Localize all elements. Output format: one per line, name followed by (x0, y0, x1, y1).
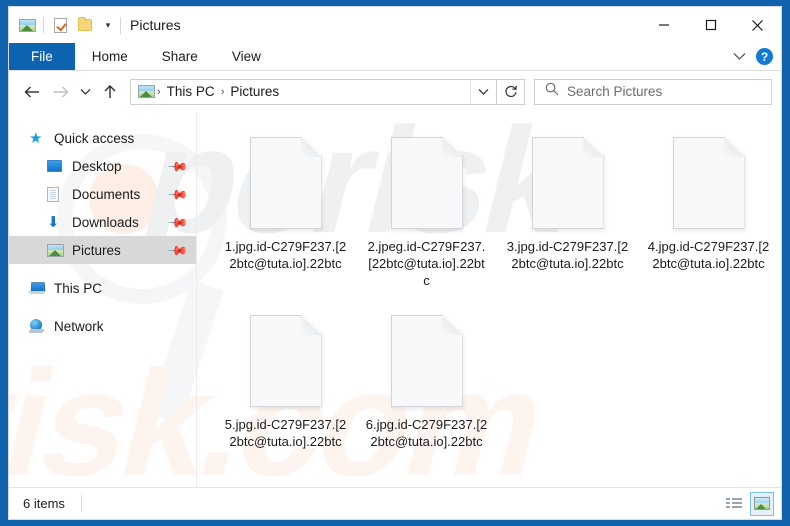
file-item[interactable]: 2.jpeg.id-C279F237.[22btc@tuta.io].22btc (356, 132, 497, 310)
sidebar-item-label: Documents (72, 186, 141, 202)
sidebar-item-label: Desktop (72, 158, 122, 174)
sidebar-item-label: Downloads (72, 214, 139, 230)
this-pc-icon (29, 280, 47, 296)
back-button[interactable] (18, 78, 46, 106)
sidebar-item-downloads[interactable]: ⬇ Downloads 📌 (9, 208, 196, 236)
navigation-pane: ★ Quick access Desktop 📌 Documents 📌 ⬇ D… (9, 112, 197, 487)
file-item[interactable]: 5.jpg.id-C279F237.[22btc@tuta.io].22btc (215, 310, 356, 487)
window-controls (640, 7, 781, 43)
pin-icon[interactable]: 📌 (167, 155, 189, 177)
window-title: Pictures (130, 17, 181, 33)
tab-share[interactable]: Share (145, 43, 215, 70)
pin-icon[interactable]: 📌 (167, 239, 189, 261)
generic-file-icon (672, 137, 745, 229)
downloads-icon: ⬇ (47, 213, 60, 231)
file-name: 3.jpg.id-C279F237.[22btc@tuta.io].22btc (506, 239, 629, 271)
tab-view[interactable]: View (215, 43, 278, 70)
file-name: 5.jpg.id-C279F237.[22btc@tuta.io].22btc (224, 417, 347, 449)
generic-file-icon (249, 315, 322, 407)
quick-access-toolbar: ▾ (9, 7, 115, 43)
file-grid: 1.jpg.id-C279F237.[22btc@tuta.io].22btc … (215, 132, 781, 487)
sidebar-item-label: Pictures (72, 242, 121, 258)
sidebar-item-label: This PC (54, 280, 103, 296)
sidebar-item-label: Quick access (54, 130, 135, 146)
up-button[interactable] (96, 78, 124, 106)
large-icons-view-icon (754, 497, 770, 510)
navigation-bar: › This PC › Pictures Search Pictures (9, 71, 781, 112)
status-divider (80, 495, 82, 512)
documents-icon (47, 186, 65, 202)
chevron-down-icon[interactable] (728, 46, 750, 68)
breadcrumb-separator-2: › (220, 85, 225, 98)
explorer-body: pcrisk risk.com ★ Quick access Desktop 📌… (9, 112, 781, 487)
file-item[interactable]: 6.jpg.id-C279F237.[22btc@tuta.io].22btc (356, 310, 497, 487)
large-icons-view-button[interactable] (750, 491, 774, 516)
breadcrumb-separator: › (157, 85, 161, 98)
status-bar: 6 items (9, 487, 781, 519)
file-item[interactable]: 1.jpg.id-C279F237.[22btc@tuta.io].22btc (215, 132, 356, 310)
pictures-properties-icon[interactable] (18, 16, 36, 34)
close-button[interactable] (734, 7, 781, 43)
address-bar[interactable]: › This PC › Pictures (130, 78, 497, 105)
title-bar: ▾ Pictures (9, 7, 781, 43)
item-count-label: 6 items (23, 496, 65, 511)
pin-icon[interactable]: 📌 (167, 211, 189, 233)
tab-home[interactable]: Home (75, 43, 145, 70)
title-divider (120, 16, 121, 34)
sidebar-item-pictures[interactable]: Pictures 📌 (9, 236, 196, 264)
file-explorer-window: ▾ Pictures File Home Share View ? › This… (8, 6, 782, 520)
ribbon-right-controls: ? (728, 43, 781, 70)
file-name: 2.jpeg.id-C279F237.[22btc@tuta.io].22btc (367, 239, 486, 288)
view-mode-buttons (722, 491, 774, 516)
new-folder-icon[interactable] (76, 16, 94, 34)
file-name: 6.jpg.id-C279F237.[22btc@tuta.io].22btc (365, 417, 488, 449)
file-item[interactable]: 4.jpg.id-C279F237.[22btc@tuta.io].22btc (638, 132, 779, 310)
details-view-icon (726, 497, 742, 510)
forward-button[interactable] (46, 78, 74, 106)
refresh-button[interactable] (497, 78, 525, 105)
pictures-folder-icon (138, 85, 155, 98)
help-button[interactable]: ? (756, 48, 773, 65)
pin-icon[interactable]: 📌 (167, 183, 189, 205)
sidebar-item-this-pc[interactable]: This PC (9, 274, 196, 302)
pictures-icon (47, 242, 65, 258)
network-icon (29, 318, 47, 334)
file-item[interactable]: 3.jpg.id-C279F237.[22btc@tuta.io].22btc (497, 132, 638, 310)
details-view-button[interactable] (722, 492, 746, 516)
desktop-icon (47, 158, 65, 174)
breadcrumb-this-pc[interactable]: This PC (163, 84, 219, 99)
star-icon: ★ (29, 129, 43, 147)
ribbon-tabs: File Home Share View ? (9, 43, 781, 71)
generic-file-icon (249, 137, 322, 229)
search-icon (545, 82, 559, 101)
file-name: 1.jpg.id-C279F237.[22btc@tuta.io].22btc (224, 239, 347, 271)
recent-locations-icon[interactable] (74, 78, 96, 106)
search-box[interactable]: Search Pictures (534, 78, 772, 105)
search-input[interactable]: Search Pictures (567, 84, 662, 99)
customize-qat-caret-icon[interactable]: ▾ (101, 18, 115, 32)
qat-divider (43, 17, 44, 33)
sidebar-item-network[interactable]: Network (9, 312, 196, 340)
address-dropdown-icon[interactable] (470, 79, 496, 104)
generic-file-icon (531, 137, 604, 229)
minimize-button[interactable] (640, 7, 687, 43)
generic-file-icon (390, 315, 463, 407)
file-name: 4.jpg.id-C279F237.[22btc@tuta.io].22btc (647, 239, 770, 271)
breadcrumb-pictures[interactable]: Pictures (226, 84, 283, 99)
file-list-view[interactable]: 1.jpg.id-C279F237.[22btc@tuta.io].22btc … (197, 112, 781, 487)
tab-file[interactable]: File (9, 43, 75, 70)
sidebar-item-documents[interactable]: Documents 📌 (9, 180, 196, 208)
generic-file-icon (390, 137, 463, 229)
maximize-button[interactable] (687, 7, 734, 43)
sidebar-item-quick-access[interactable]: ★ Quick access (9, 124, 196, 152)
sidebar-item-desktop[interactable]: Desktop 📌 (9, 152, 196, 180)
sidebar-item-label: Network (54, 318, 104, 334)
properties-icon[interactable] (51, 16, 69, 34)
